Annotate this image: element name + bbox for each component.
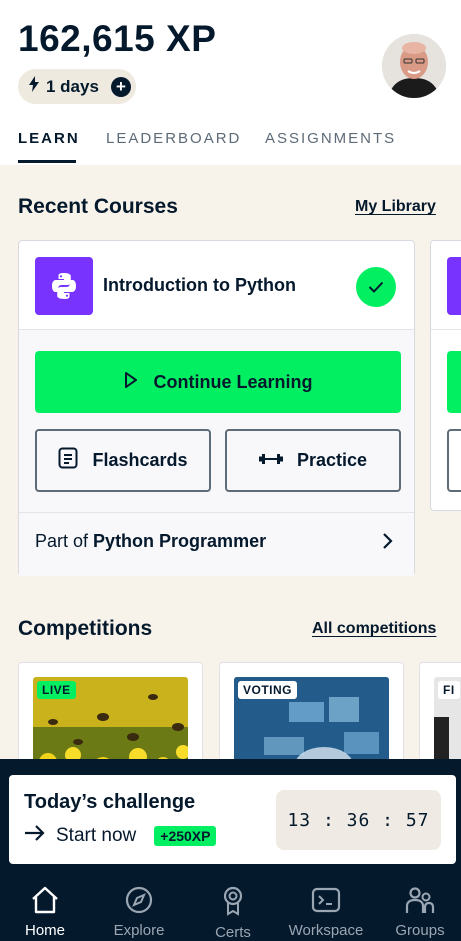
start-label: Start now [56,825,137,846]
flashcards-button[interactable]: Flashcards [35,429,211,492]
divider [431,329,461,330]
nav-home[interactable]: Home [5,886,85,939]
nav-workspace[interactable]: Workspace [286,886,366,939]
python-icon [35,257,93,315]
flashcards-label: Flashcards [92,450,188,470]
all-competitions-link[interactable]: All competitions [312,620,436,638]
nav-label: Groups [395,922,445,939]
streak-pill[interactable]: 1 days + [18,69,136,104]
my-library-link[interactable]: My Library [355,198,436,216]
track-link[interactable]: Part of Python Programmer [35,531,266,552]
nav-certs[interactable]: Certs [193,886,273,941]
home-icon [30,886,60,918]
certificate-icon [221,886,245,920]
avatar[interactable] [382,34,446,98]
xp-reward-badge: +250XP [154,826,217,846]
compass-icon [125,886,153,918]
tab-leaderboard[interactable]: LEADERBOARD [106,130,241,147]
nav-label: Workspace [288,922,364,939]
nav-label: Home [24,922,65,939]
challenge-timer: 13 : 36 : 57 [276,790,441,850]
course-title: Introduction to Python [103,275,296,295]
completed-check-icon [356,267,396,307]
status-badge: FI [438,681,460,699]
next-course-card[interactable] [430,240,461,511]
lightning-icon [28,76,40,97]
tab-learn[interactable]: LEARN [18,130,80,147]
track-name: Python Programmer [93,531,267,551]
divider [19,329,414,330]
part-of-prefix: Part of [35,531,89,551]
xp-total: 162,615 XP [18,18,217,59]
dumbbell-icon [258,450,283,471]
practice-label: Practice [296,450,368,470]
nav-explore[interactable]: Explore [99,886,179,939]
nav-label: Certs [215,924,251,941]
header: 162,615 XP 1 days + LEARN LEADERBOARD AS… [0,0,461,165]
flashcards-icon [58,447,78,474]
course-card[interactable]: Introduction to Python Continue Learning… [18,240,415,576]
status-badge: LIVE [37,681,76,699]
active-tab-indicator [18,160,76,163]
terminal-icon [311,886,341,918]
continue-button-peek [447,351,461,413]
nav-label: Explore [113,922,165,939]
daily-challenge-card[interactable]: Today’s challenge Start now +250XP 13 : … [9,775,456,864]
groups-icon [405,886,435,918]
tab-assignments[interactable]: ASSIGNMENTS [265,130,396,147]
chevron-right-icon[interactable] [381,532,393,555]
challenge-title: Today’s challenge [24,791,196,813]
outline-button-peek [447,429,461,492]
status-badge: VOTING [238,681,298,699]
practice-button[interactable]: Practice [225,429,401,492]
nav-groups[interactable]: Groups [380,886,460,939]
continue-label: Continue Learning [153,371,313,392]
recent-courses-title: Recent Courses [18,195,178,218]
streak-label: 1 days [46,76,99,96]
bottom-nav: Home Explore Certs Workspace Groups [0,880,461,941]
divider [19,512,414,513]
arrow-right-icon [24,825,46,847]
play-icon [124,371,138,394]
competitions-title: Competitions [18,617,153,640]
continue-learning-button[interactable]: Continue Learning [35,351,401,413]
tab-bar: LEARN LEADERBOARD ASSIGNMENTS [0,120,461,165]
start-challenge-link[interactable]: Start now +250XP [24,825,217,847]
course-icon-peek [447,257,461,315]
add-streak-icon[interactable]: + [110,76,131,97]
